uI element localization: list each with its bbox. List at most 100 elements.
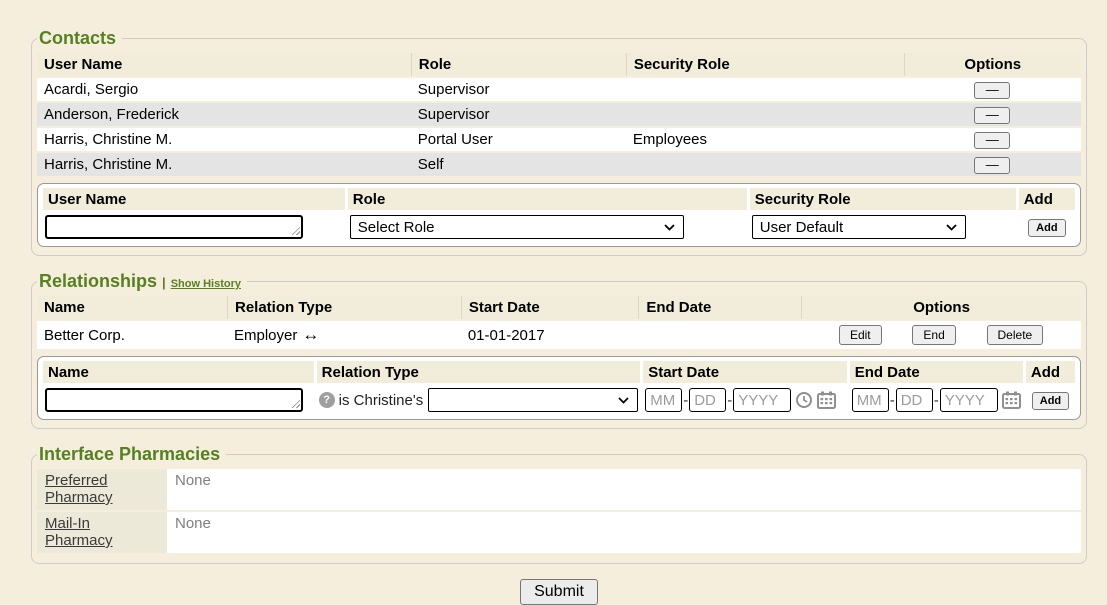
contact-role: Self xyxy=(411,153,626,176)
contact-security-role xyxy=(626,103,904,126)
contact-role: Supervisor xyxy=(411,103,626,126)
date-separator: - xyxy=(934,392,939,409)
end-relationship-button[interactable]: End xyxy=(912,325,955,345)
add-relationship-col-relation-type: Relation Type xyxy=(317,361,641,383)
start-date-month-input[interactable] xyxy=(645,388,682,412)
relationships-title-text: Relationships xyxy=(39,271,157,291)
contact-user-name: Acardi, Sergio xyxy=(37,78,411,101)
remove-contact-button[interactable]: — xyxy=(974,107,1010,124)
submit-button[interactable]: Submit xyxy=(520,579,598,605)
possessive-label: is Christine's xyxy=(339,392,424,409)
date-separator: - xyxy=(890,392,895,409)
relationship-type-text: Employer xyxy=(234,327,297,344)
interface-pharmacies-title: Interface Pharmacies xyxy=(37,444,226,465)
contacts-col-role: Role xyxy=(411,53,626,76)
add-relationship-button[interactable]: Add xyxy=(1032,392,1069,410)
new-contact-user-name-input[interactable] xyxy=(45,215,303,239)
mail-in-pharmacy-value: None xyxy=(167,512,1081,553)
new-contact-role-select[interactable]: Select Role xyxy=(350,215,684,239)
pharmacy-row: Mail-In Pharmacy None xyxy=(37,512,1081,553)
edit-relationship-button[interactable]: Edit xyxy=(839,325,882,345)
new-relationship-name-input[interactable] xyxy=(45,388,303,412)
add-relationship-col-start-date: Start Date xyxy=(643,361,846,383)
mail-in-pharmacy-link[interactable]: Mail-In Pharmacy xyxy=(45,515,113,549)
pharmacies-table: Preferred Pharmacy None Mail-In Pharmacy… xyxy=(37,467,1081,555)
bidirectional-arrow-icon: ↔ xyxy=(302,325,319,344)
show-history-link[interactable]: Show History xyxy=(171,278,241,290)
remove-contact-button[interactable]: — xyxy=(974,157,1010,174)
new-contact-security-role-selected-value: User Default xyxy=(760,219,843,236)
chevron-down-icon xyxy=(664,224,675,231)
relationship-type: Employer ↔ xyxy=(227,321,461,349)
relationship-name: Better Corp. xyxy=(37,321,227,349)
clock-icon[interactable] xyxy=(795,391,813,409)
contact-user-name: Anderson, Frederick xyxy=(37,103,411,126)
relationships-table: Name Relation Type Start Date End Date O… xyxy=(37,294,1081,351)
interface-pharmacies-section: Interface Pharmacies Preferred Pharmacy … xyxy=(31,444,1087,564)
relationships-section: Relationships | Show History Name Relati… xyxy=(31,271,1087,429)
add-contact-col-security-role: Security Role xyxy=(750,188,1016,210)
page: Contacts User Name Role Security Role Op… xyxy=(0,0,1107,605)
contact-row: Harris, Christine M. Self — xyxy=(37,153,1081,176)
end-date-year-input[interactable] xyxy=(940,388,998,412)
contacts-col-user-name: User Name xyxy=(37,53,411,76)
preferred-pharmacy-value: None xyxy=(167,469,1081,510)
legend-separator: | xyxy=(162,275,166,290)
delete-relationship-button[interactable]: Delete xyxy=(987,325,1044,345)
help-icon[interactable]: ? xyxy=(319,392,335,408)
contact-security-role xyxy=(626,78,904,101)
date-separator: - xyxy=(683,392,688,409)
add-relationship-box: Name Relation Type Start Date End Date A… xyxy=(37,356,1081,420)
relationships-section-title: Relationships | Show History xyxy=(37,271,247,292)
contacts-table: User Name Role Security Role Options Aca… xyxy=(37,51,1081,178)
start-date-day-input[interactable] xyxy=(689,388,726,412)
new-contact-role-selected-value: Select Role xyxy=(358,219,435,236)
contacts-section: Contacts User Name Role Security Role Op… xyxy=(31,28,1087,256)
contact-user-name: Harris, Christine M. xyxy=(37,128,411,151)
start-date-year-input[interactable] xyxy=(733,388,791,412)
contact-user-name: Harris, Christine M. xyxy=(37,153,411,176)
add-relationship-input-row: ?is Christine's - - - - Add xyxy=(43,385,1075,415)
add-contact-button[interactable]: Add xyxy=(1028,219,1065,237)
relationship-end-date xyxy=(638,321,801,349)
add-contact-col-role: Role xyxy=(348,188,747,210)
new-relationship-type-select[interactable] xyxy=(428,388,638,412)
relationships-col-start-date: Start Date xyxy=(461,296,638,319)
date-separator: - xyxy=(727,392,732,409)
contacts-col-security-role: Security Role xyxy=(626,53,904,76)
contact-security-role xyxy=(626,153,904,176)
contact-role: Portal User xyxy=(411,128,626,151)
add-contact-box: User Name Role Security Role Add Sel xyxy=(37,183,1081,247)
remove-contact-button[interactable]: — xyxy=(974,82,1010,99)
add-relationship-col-name: Name xyxy=(43,361,314,383)
relationships-col-name: Name xyxy=(37,296,227,319)
add-relationship-col-add: Add xyxy=(1026,361,1075,383)
add-relationship-header-row: Name Relation Type Start Date End Date A… xyxy=(43,361,1075,383)
contact-row: Anderson, Frederick Supervisor — xyxy=(37,103,1081,126)
add-contact-input-row: Select Role User Default Add xyxy=(43,212,1075,242)
calendar-icon[interactable] xyxy=(1002,391,1021,409)
add-contact-header-row: User Name Role Security Role Add xyxy=(43,188,1075,210)
contact-security-role: Employees xyxy=(626,128,904,151)
calendar-icon[interactable] xyxy=(817,391,836,409)
add-contact-table: User Name Role Security Role Add Sel xyxy=(40,186,1078,244)
chevron-down-icon xyxy=(946,224,957,231)
contacts-col-options: Options xyxy=(904,53,1081,76)
relationship-row: Better Corp. Employer ↔ 01-01-2017 Edit E… xyxy=(37,321,1081,349)
contact-row: Harris, Christine M. Portal User Employe… xyxy=(37,128,1081,151)
new-contact-security-role-select[interactable]: User Default xyxy=(752,215,966,239)
add-relationship-table: Name Relation Type Start Date End Date A… xyxy=(40,359,1078,417)
end-date-day-input[interactable] xyxy=(896,388,933,412)
contact-role: Supervisor xyxy=(411,78,626,101)
contacts-header-row: User Name Role Security Role Options xyxy=(37,53,1081,76)
end-date-month-input[interactable] xyxy=(852,388,889,412)
remove-contact-button[interactable]: — xyxy=(974,132,1010,149)
add-contact-col-user-name: User Name xyxy=(43,188,345,210)
contact-row: Acardi, Sergio Supervisor — xyxy=(37,78,1081,101)
add-relationship-col-end-date: End Date xyxy=(850,361,1023,383)
relationship-start-date: 01-01-2017 xyxy=(461,321,638,349)
relationships-col-end-date: End Date xyxy=(638,296,801,319)
contacts-section-title: Contacts xyxy=(37,28,122,49)
preferred-pharmacy-link[interactable]: Preferred Pharmacy xyxy=(45,472,113,506)
relationships-header-row: Name Relation Type Start Date End Date O… xyxy=(37,296,1081,319)
